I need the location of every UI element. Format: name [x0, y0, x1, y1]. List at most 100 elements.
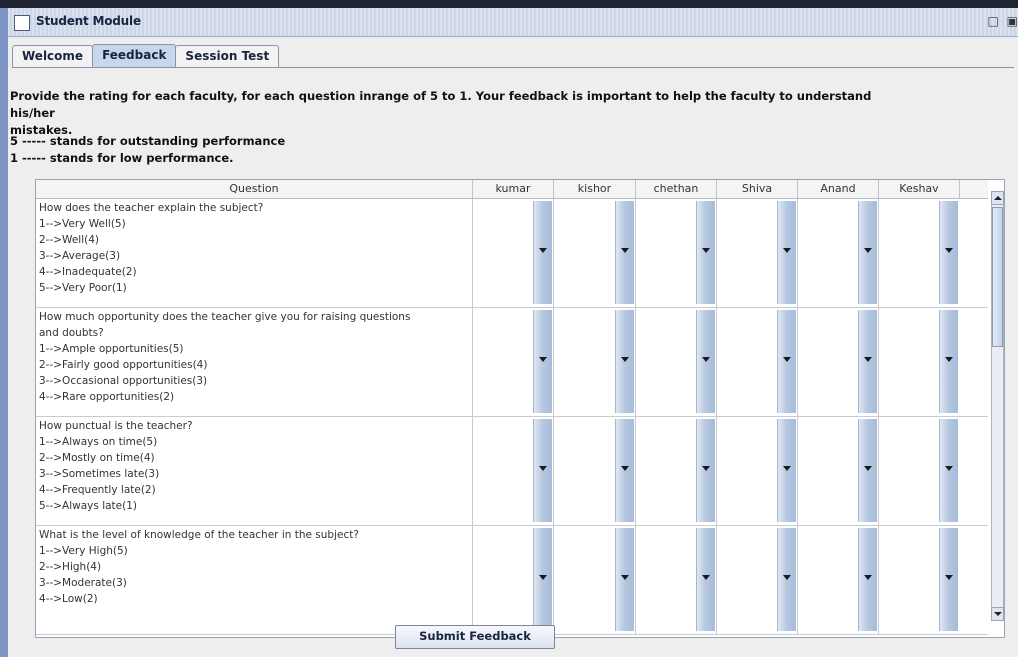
question-line: 4-->Rare opportunities(2) — [39, 391, 175, 403]
rating-dropdown[interactable] — [555, 310, 634, 413]
column-header-faculty: kishor — [554, 180, 636, 198]
legend-high: 5 ----- stands for outstanding performan… — [10, 134, 286, 148]
dropdown-button[interactable] — [615, 419, 634, 522]
column-divider — [797, 308, 798, 416]
rating-dropdown[interactable] — [637, 310, 715, 413]
rating-dropdown[interactable] — [718, 528, 796, 631]
chevron-down-icon — [783, 248, 791, 253]
rating-dropdown[interactable] — [474, 310, 552, 413]
rating-dropdown[interactable] — [799, 201, 877, 304]
rating-dropdown[interactable] — [880, 310, 958, 413]
dropdown-button[interactable] — [939, 310, 958, 413]
column-header-faculty: Anand — [798, 180, 879, 198]
rating-dropdown[interactable] — [880, 419, 958, 522]
dropdown-button[interactable] — [777, 310, 796, 413]
dropdown-button[interactable] — [777, 201, 796, 304]
tab-feedback[interactable]: Feedback — [92, 44, 177, 67]
chevron-down-icon — [621, 357, 629, 362]
rating-dropdown[interactable] — [474, 419, 552, 522]
question-text: What is the level of knowledge of the te… — [39, 527, 469, 607]
scrollbar-thumb[interactable] — [992, 207, 1003, 347]
scroll-up-icon[interactable] — [991, 191, 1004, 205]
question-line: 2-->Fairly good opportunities(4) — [39, 359, 208, 371]
rating-dropdown[interactable] — [637, 201, 715, 304]
question-line: 3-->Sometimes late(3) — [39, 468, 160, 480]
question-text: How much opportunity does the teacher gi… — [39, 309, 469, 405]
dropdown-button[interactable] — [858, 528, 877, 631]
column-divider — [797, 199, 798, 307]
rating-dropdown[interactable] — [718, 201, 796, 304]
rating-dropdown[interactable] — [555, 419, 634, 522]
question-line: How punctual is the teacher? — [39, 420, 193, 432]
rating-dropdown[interactable] — [555, 528, 634, 631]
rating-dropdown[interactable] — [474, 201, 552, 304]
rating-dropdown[interactable] — [637, 528, 715, 631]
column-divider — [553, 308, 554, 416]
scroll-down-icon[interactable] — [991, 607, 1004, 621]
column-divider — [716, 308, 717, 416]
rating-dropdown[interactable] — [474, 528, 552, 631]
dropdown-button[interactable] — [696, 528, 715, 631]
rating-dropdown[interactable] — [799, 419, 877, 522]
tab-welcome[interactable]: Welcome — [12, 45, 94, 67]
column-divider — [553, 199, 554, 307]
column-header-faculty: chethan — [636, 180, 717, 198]
rating-dropdown[interactable] — [718, 310, 796, 413]
column-divider — [472, 526, 473, 634]
question-line: 4-->Low(2) — [39, 593, 98, 605]
tab-divider — [12, 67, 1014, 68]
column-divider — [878, 199, 879, 307]
rating-dropdown[interactable] — [880, 528, 958, 631]
dropdown-button[interactable] — [533, 201, 552, 304]
column-divider — [472, 417, 473, 525]
dropdown-button[interactable] — [777, 419, 796, 522]
chevron-down-icon — [945, 357, 953, 362]
column-divider — [472, 308, 473, 416]
rating-dropdown[interactable] — [799, 528, 877, 631]
window-menu-icon[interactable] — [14, 15, 30, 31]
dropdown-button[interactable] — [858, 310, 877, 413]
dropdown-button[interactable] — [696, 310, 715, 413]
dropdown-button[interactable] — [533, 310, 552, 413]
dropdown-button[interactable] — [858, 419, 877, 522]
dropdown-button[interactable] — [777, 528, 796, 631]
dropdown-button[interactable] — [696, 419, 715, 522]
submit-feedback-button[interactable]: Submit Feedback — [395, 625, 555, 649]
legend-low: 1 ----- stands for low performance. — [10, 151, 234, 165]
chevron-down-icon — [539, 466, 547, 471]
rating-dropdown[interactable] — [799, 310, 877, 413]
dropdown-button[interactable] — [533, 528, 552, 631]
chevron-down-icon — [539, 248, 547, 253]
dropdown-button[interactable] — [533, 419, 552, 522]
dropdown-button[interactable] — [939, 528, 958, 631]
rating-dropdown[interactable] — [555, 201, 634, 304]
window-controls: □ ▣ — [983, 14, 1018, 28]
dropdown-button[interactable] — [615, 528, 634, 631]
dropdown-button[interactable] — [858, 201, 877, 304]
rating-dropdown[interactable] — [718, 419, 796, 522]
column-divider — [635, 199, 636, 307]
vertical-scrollbar[interactable] — [991, 191, 1004, 621]
question-text: How does the teacher explain the subject… — [39, 200, 469, 296]
chevron-down-icon — [864, 575, 872, 580]
column-divider — [716, 199, 717, 307]
column-divider — [635, 417, 636, 525]
question-row: How much opportunity does the teacher gi… — [36, 308, 988, 417]
question-line: 4-->Inadequate(2) — [39, 266, 137, 278]
question-line: How much opportunity does the teacher gi… — [39, 311, 411, 323]
dropdown-button[interactable] — [939, 419, 958, 522]
question-line: 3-->Average(3) — [39, 250, 121, 262]
close-icon[interactable]: ▣ — [1007, 14, 1018, 28]
chevron-down-icon — [702, 575, 710, 580]
dropdown-button[interactable] — [939, 201, 958, 304]
dropdown-button[interactable] — [615, 310, 634, 413]
rating-dropdown[interactable] — [880, 201, 958, 304]
tab-session-test[interactable]: Session Test — [175, 45, 280, 67]
column-header-question: Question — [36, 180, 473, 198]
restore-icon[interactable]: □ — [987, 14, 998, 28]
dropdown-button[interactable] — [615, 201, 634, 304]
instruction-line: Provide the rating for each faculty, for… — [10, 89, 872, 120]
dropdown-button[interactable] — [696, 201, 715, 304]
rating-dropdown[interactable] — [637, 419, 715, 522]
chevron-down-icon — [783, 357, 791, 362]
